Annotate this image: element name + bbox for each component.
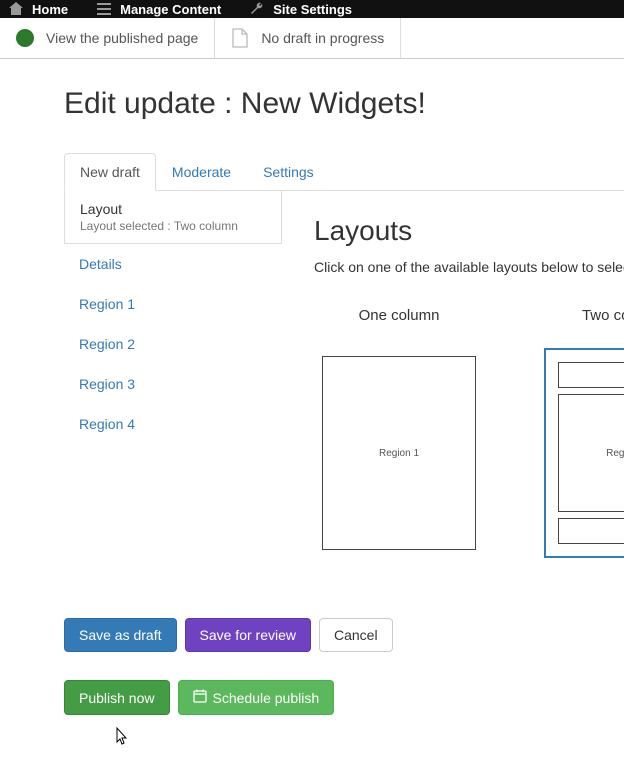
list-icon: [96, 1, 112, 17]
layout-option-one-column[interactable]: One column Region 1: [314, 307, 484, 558]
layout-one-label: One column: [314, 307, 484, 324]
layout-two-label: Two column: [544, 307, 624, 324]
side-item-region-3[interactable]: Region 3: [64, 364, 282, 404]
action-buttons: Save as draft Save for review Cancel Pub…: [64, 618, 584, 715]
side-menu-layout-panel[interactable]: Layout Layout selected : Two column: [64, 191, 282, 244]
status-dot-icon: [16, 29, 34, 47]
top-navbar: Home Manage Content Site Settings: [0, 0, 624, 18]
nav-settings-label: Site Settings: [273, 2, 352, 17]
document-icon: [231, 28, 249, 48]
side-item-details[interactable]: Details: [64, 244, 282, 284]
tab-moderate[interactable]: Moderate: [156, 153, 247, 191]
layouts-heading: Layouts: [314, 215, 624, 247]
draft-status-label: No draft in progress: [261, 30, 384, 46]
schedule-publish-label: Schedule publish: [213, 690, 320, 706]
tab-new-draft[interactable]: New draft: [64, 153, 156, 191]
nav-home[interactable]: Home: [8, 1, 68, 17]
layout-heading: Layout: [80, 201, 266, 217]
save-as-draft-button[interactable]: Save as draft: [64, 618, 177, 652]
layouts-hint: Click on one of the available layouts be…: [314, 259, 624, 275]
side-item-region-2[interactable]: Region 2: [64, 324, 282, 364]
tab-bar: New draft Moderate Settings: [64, 153, 624, 191]
layout-option-two-column[interactable]: Two column Region: [544, 307, 624, 558]
nav-site-settings[interactable]: Site Settings: [249, 1, 352, 17]
side-item-region-1[interactable]: Region 1: [64, 284, 282, 324]
sub-navbar: View the published page No draft in prog…: [0, 18, 624, 59]
wrench-icon: [249, 1, 265, 17]
nav-manage-content[interactable]: Manage Content: [96, 1, 221, 17]
cancel-button[interactable]: Cancel: [319, 618, 393, 652]
layout-subheading: Layout selected : Two column: [80, 219, 266, 233]
home-icon: [8, 1, 24, 17]
draft-status: No draft in progress: [215, 18, 401, 58]
calendar-icon: [193, 689, 207, 706]
save-for-review-button[interactable]: Save for review: [185, 618, 311, 652]
schedule-publish-button[interactable]: Schedule publish: [178, 680, 335, 715]
layout-two-thumb: Region: [552, 356, 624, 550]
page-title: Edit update : New Widgets!: [64, 87, 624, 121]
side-menu: Layout Layout selected : Two column Deta…: [64, 191, 282, 582]
view-published-label: View the published page: [46, 30, 198, 46]
layout-one-thumb: Region 1: [322, 356, 476, 550]
view-published-link[interactable]: View the published page: [0, 18, 215, 58]
tab-settings[interactable]: Settings: [247, 153, 330, 191]
nav-manage-label: Manage Content: [120, 2, 221, 17]
nav-home-label: Home: [32, 2, 68, 17]
publish-now-button[interactable]: Publish now: [64, 680, 170, 715]
region-label: Region: [606, 448, 624, 459]
region-1-label: Region 1: [379, 448, 419, 459]
side-item-region-4[interactable]: Region 4: [64, 404, 282, 444]
